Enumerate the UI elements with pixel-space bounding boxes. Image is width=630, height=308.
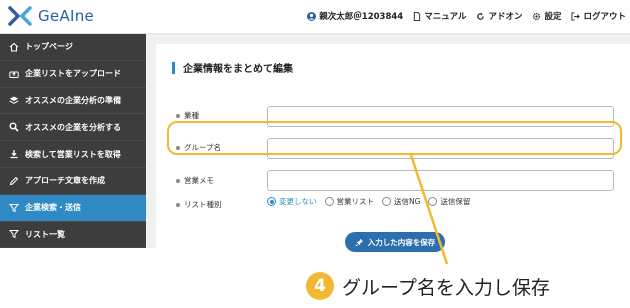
step-number-badge: 4	[306, 272, 334, 300]
callout-line	[409, 154, 449, 265]
step-caption: 4 グループ名を入力し保存	[306, 272, 550, 300]
step-caption-text: グループ名を入力し保存	[342, 276, 550, 299]
